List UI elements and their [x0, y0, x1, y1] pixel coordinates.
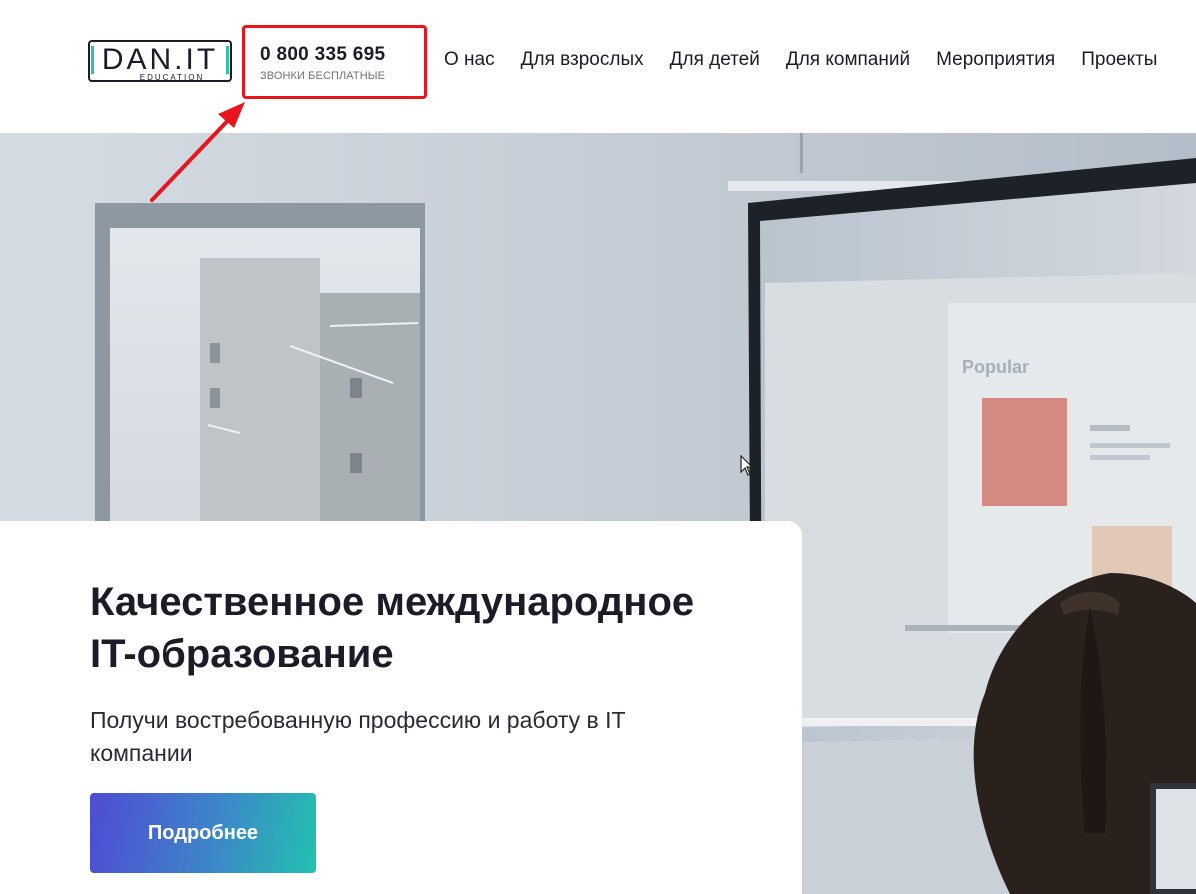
hero-section: Popular Качественное международное IT-об…	[0, 133, 1196, 894]
screen-heading: Popular	[962, 357, 1029, 377]
nav-item-about[interactable]: О нас	[444, 49, 495, 71]
hero-card: Качественное международное IT-образовани…	[0, 521, 802, 894]
learn-more-button[interactable]: Подробнее	[90, 793, 316, 873]
phone-number[interactable]: 0 800 335 695	[260, 44, 385, 66]
logo-subtext: EDUCATION	[140, 73, 205, 82]
nav-item-kids[interactable]: Для детей	[670, 49, 760, 71]
hero-title: Качественное международное IT-образовани…	[90, 576, 780, 680]
site-header: DAN.IT EDUCATION 0 800 335 695 ЗВОНКИ БЕ…	[0, 0, 1196, 133]
hero-title-line1: Качественное международное	[90, 580, 695, 624]
mouse-pointer-icon	[740, 455, 754, 476]
phone-block[interactable]: 0 800 335 695 ЗВОНКИ БЕСПЛАТНЫЕ	[260, 44, 385, 82]
nav-item-projects[interactable]: Проекты	[1081, 49, 1157, 71]
nav-item-events[interactable]: Мероприятия	[936, 49, 1055, 71]
nav-item-companies[interactable]: Для компаний	[786, 49, 910, 71]
nav-item-adults[interactable]: Для взрослых	[521, 49, 644, 71]
hero-title-line2: IT-образование	[90, 632, 394, 676]
logo-text: DAN.IT	[102, 43, 218, 76]
phone-caption: ЗВОНКИ БЕСПЛАТНЫЕ	[260, 70, 386, 82]
main-nav: О нас Для взрослых Для детей Для компани…	[444, 49, 1157, 71]
hero-subtitle: Получи востребованную профессию и работу…	[90, 707, 626, 766]
danit-logo[interactable]: DAN.IT EDUCATION	[88, 39, 232, 83]
